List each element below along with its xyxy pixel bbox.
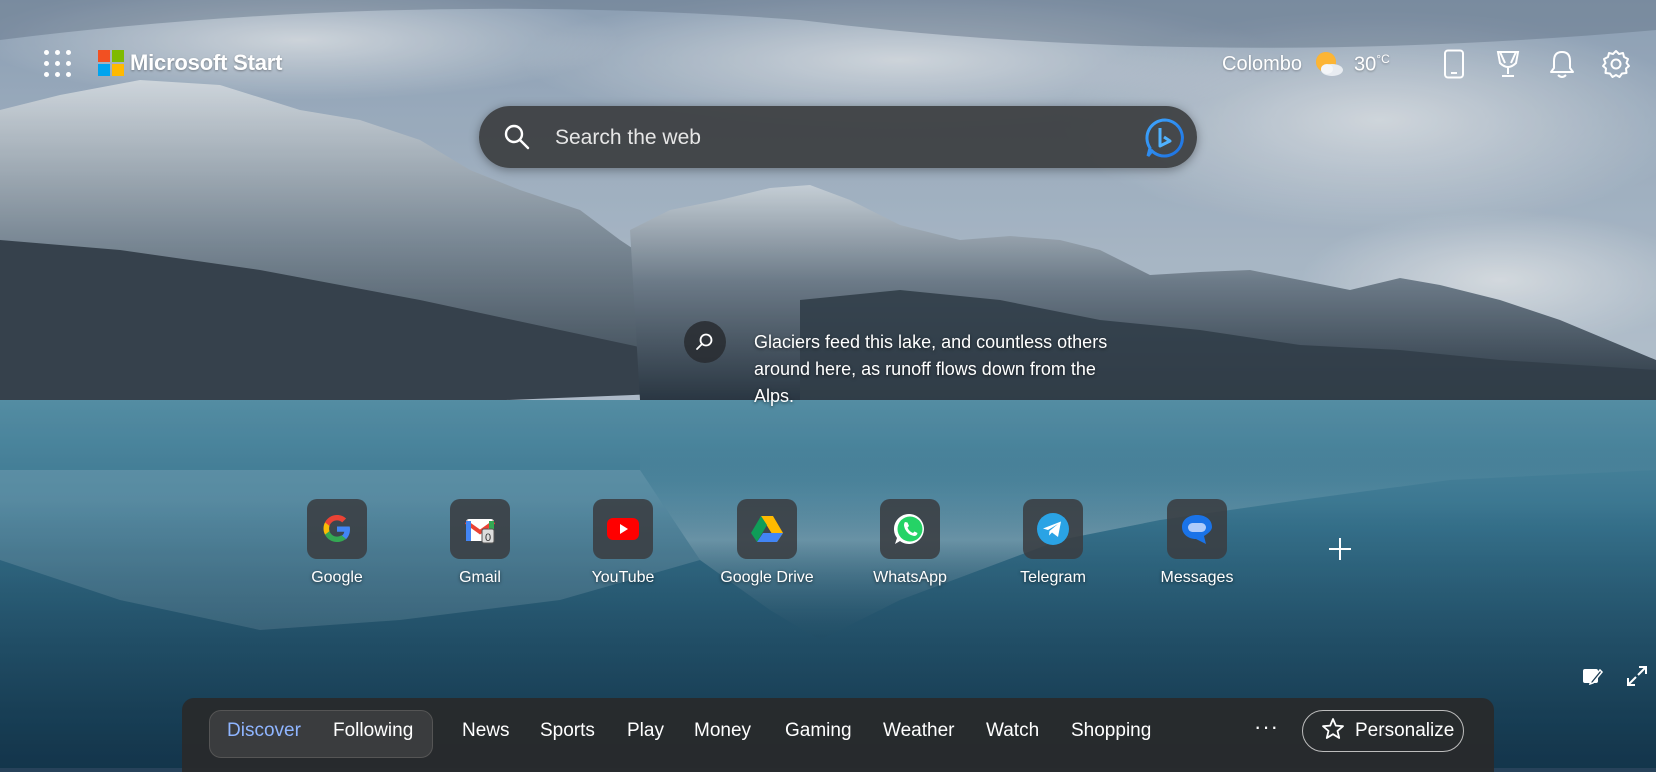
search-icon — [503, 123, 531, 151]
personalize-label: Personalize — [1355, 720, 1455, 741]
quick-link-gmail[interactable]: 0 Gmail — [420, 499, 540, 587]
add-quick-link-plus-icon[interactable] — [1326, 535, 1354, 563]
microsoft-logo-icon — [98, 50, 124, 76]
quick-link-whatsapp[interactable]: WhatsApp — [850, 499, 970, 587]
apps-grid-icon[interactable] — [44, 50, 72, 78]
tab-discover[interactable]: Discover — [227, 720, 301, 742]
tab-following[interactable]: Following — [333, 720, 413, 742]
weather-temperature: 30°C — [1354, 51, 1390, 76]
mobile-phone-icon[interactable] — [1438, 48, 1470, 80]
gear-icon[interactable] — [1600, 48, 1632, 80]
google-drive-icon — [737, 499, 797, 559]
sparkle-star-icon — [1321, 717, 1345, 746]
nav-item-news[interactable]: News — [462, 720, 510, 742]
more-options-button[interactable]: ··· — [1254, 714, 1279, 740]
google-icon — [307, 499, 367, 559]
feed-nav-bar: Discover Following News Sports Play Mone… — [182, 698, 1494, 772]
quick-link-label: Google Drive — [720, 569, 814, 586]
quick-link-label: YouTube — [591, 569, 655, 586]
telegram-icon — [1023, 499, 1083, 559]
quick-link-google[interactable]: Google — [277, 499, 397, 587]
weather-unit: °C — [1376, 51, 1390, 66]
image-caption[interactable]: Glaciers feed this lake, and countless o… — [754, 329, 1114, 410]
nav-item-play[interactable]: Play — [627, 720, 664, 742]
weather-widget[interactable]: Colombo 30°C — [1222, 50, 1390, 78]
quick-link-label: WhatsApp — [873, 569, 947, 586]
brand-name: Microsoft Start — [130, 50, 283, 75]
bell-icon[interactable] — [1546, 48, 1578, 80]
expand-icon[interactable] — [1625, 664, 1649, 688]
rewards-trophy-icon[interactable] — [1492, 48, 1524, 80]
edit-background-icon[interactable] — [1580, 664, 1604, 688]
svg-text:0: 0 — [485, 532, 491, 544]
youtube-icon — [593, 499, 653, 559]
nav-item-gaming[interactable]: Gaming — [785, 720, 852, 742]
nav-item-shopping[interactable]: Shopping — [1071, 720, 1151, 742]
nav-item-sports[interactable]: Sports — [540, 720, 595, 742]
weather-city: Colombo — [1222, 52, 1303, 75]
gmail-icon: 0 — [450, 499, 510, 559]
quick-link-label: Google — [311, 569, 363, 586]
messages-icon — [1167, 499, 1227, 559]
quick-link-telegram[interactable]: Telegram — [993, 499, 1113, 587]
bing-chat-icon[interactable] — [1143, 116, 1187, 160]
quick-link-google-drive[interactable]: Google Drive — [707, 499, 827, 587]
search-box[interactable] — [479, 106, 1197, 168]
nav-item-watch[interactable]: Watch — [986, 720, 1039, 742]
brand[interactable]: Microsoft Start — [98, 50, 282, 76]
partly-cloudy-icon — [1312, 50, 1344, 78]
quick-link-label: Gmail — [459, 569, 501, 586]
quick-link-youtube[interactable]: YouTube — [563, 499, 683, 587]
nav-item-money[interactable]: Money — [694, 720, 751, 742]
image-info-search-icon[interactable] — [684, 321, 726, 363]
whatsapp-icon — [880, 499, 940, 559]
quick-link-label: Messages — [1160, 569, 1234, 586]
quick-link-messages[interactable]: Messages — [1137, 499, 1257, 587]
personalize-button[interactable]: Personalize — [1302, 710, 1464, 752]
search-input[interactable] — [553, 120, 1117, 156]
nav-item-weather[interactable]: Weather — [883, 720, 954, 742]
quick-link-label: Telegram — [1020, 569, 1086, 586]
